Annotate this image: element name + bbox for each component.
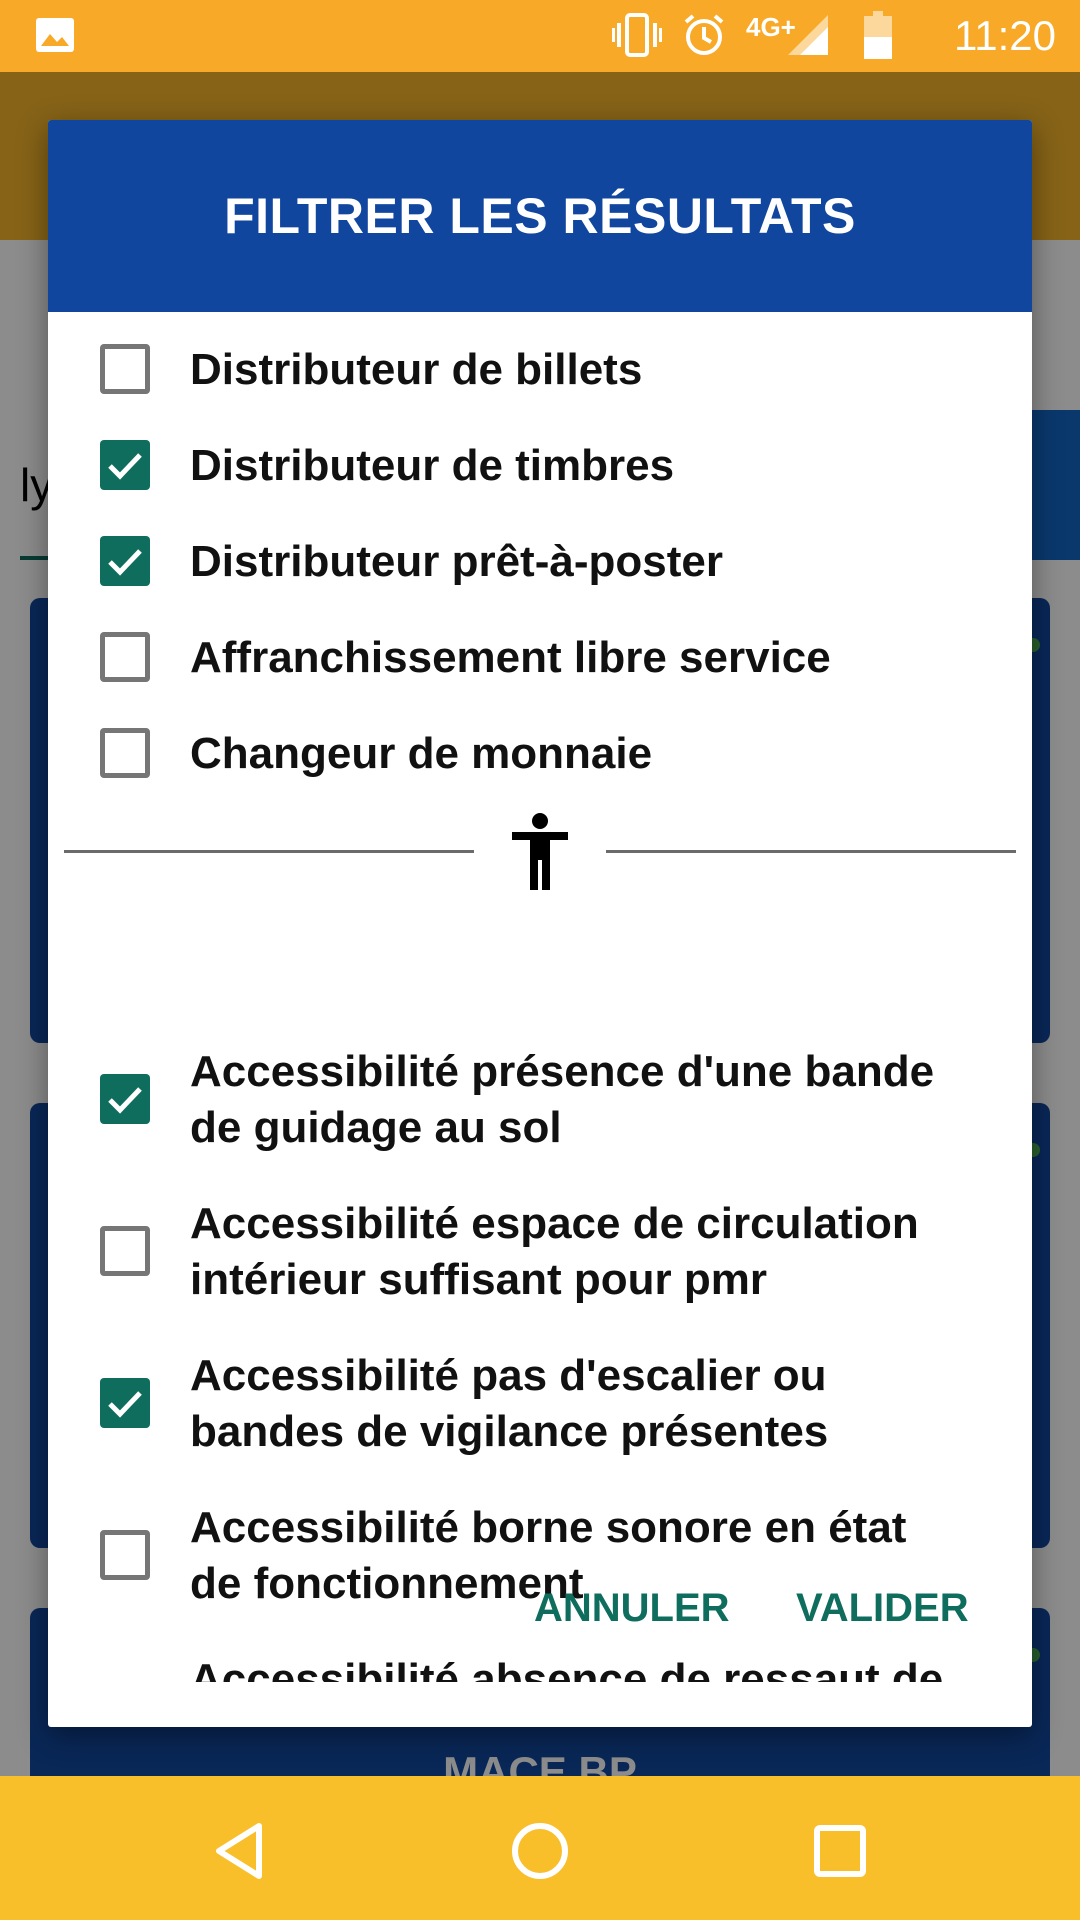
option-label: Distributeur de billets: [190, 345, 643, 394]
validate-button[interactable]: VALIDER: [796, 1586, 969, 1631]
checkmark-icon: [108, 453, 142, 480]
option-label: Changeur de monnaie: [190, 729, 653, 778]
filter-option-espace-circulation[interactable]: Accessibilité espace de circulation inté…: [48, 1184, 1032, 1314]
checkbox[interactable]: [100, 440, 150, 490]
checkbox[interactable]: [100, 1074, 150, 1124]
option-label-line-1: Accessibilité borne sonore en état: [190, 1503, 907, 1552]
alarm-icon: [682, 13, 726, 62]
vibrate-icon: [612, 12, 662, 62]
filter-option-pret-a-poster[interactable]: Distributeur prêt-à-poster: [48, 524, 1032, 604]
filter-option-affranchissement[interactable]: Affranchissement libre service: [48, 620, 1032, 700]
filter-list[interactable]: Distributeur de billets Distributeur de …: [48, 312, 1032, 1682]
dialog-actions: ANNULER VALIDER: [48, 1550, 1032, 1650]
cancel-button[interactable]: ANNULER: [534, 1586, 730, 1631]
option-label: Distributeur prêt-à-poster: [190, 537, 723, 586]
navigation-bar: [0, 1776, 1080, 1920]
filter-option-changeur[interactable]: Changeur de monnaie: [48, 716, 1032, 796]
filter-option-timbres[interactable]: Distributeur de timbres: [48, 428, 1032, 508]
checkbox[interactable]: [100, 1378, 150, 1428]
option-label-line-2: intérieur suffisant pour pmr: [190, 1255, 767, 1304]
dialog-content: Distributeur de billets Distributeur de …: [48, 312, 1032, 1682]
option-label: Accessibilité espace de circulation inté…: [190, 1196, 992, 1308]
network-type: 4G+: [746, 11, 796, 42]
option-label: Affranchissement libre service: [190, 633, 831, 682]
accessibility-divider: [64, 812, 1016, 892]
filter-option-bande-guidage[interactable]: Accessibilité présence d'une bande de gu…: [48, 1032, 1032, 1162]
filter-dialog: FILTRER LES RÉSULTATS Distributeur de bi…: [48, 120, 1032, 1727]
checkbox[interactable]: [100, 536, 150, 586]
dialog-header: FILTRER LES RÉSULTATS: [48, 120, 1032, 312]
status-bar: 4G+ 11:20: [0, 0, 1080, 72]
option-label-line-1: Accessibilité pas d'escalier ou: [190, 1351, 827, 1400]
divider-line: [64, 850, 474, 853]
recents-icon[interactable]: [805, 1816, 875, 1886]
checkmark-icon: [108, 1391, 142, 1418]
divider-line: [606, 850, 1016, 853]
back-icon[interactable]: [205, 1816, 275, 1886]
filter-option-escalier[interactable]: Accessibilité pas d'escalier ou bandes d…: [48, 1336, 1032, 1466]
option-label: Accessibilité pas d'escalier ou bandes d…: [190, 1348, 992, 1460]
option-label: Accessibilité présence d'une bande de gu…: [190, 1044, 992, 1156]
checkmark-icon: [108, 1087, 142, 1114]
option-label-line-1: Accessibilité absence de ressaut de: [190, 1655, 944, 1682]
clock: 11:20: [954, 12, 1056, 59]
option-label-line-1: Accessibilité espace de circulation: [190, 1199, 919, 1248]
option-label-line-1: Accessibilité présence d'une bande: [190, 1047, 935, 1096]
battery-icon: [863, 10, 892, 64]
checkbox[interactable]: [100, 1226, 150, 1276]
option-label-line-2: de guidage au sol: [190, 1103, 562, 1152]
dialog-title: FILTRER LES RÉSULTATS: [224, 188, 856, 244]
option-label: Accessibilité absence de ressaut de: [190, 1652, 992, 1682]
checkbox[interactable]: [100, 632, 150, 682]
option-label-line-2: bandes de vigilance présentes: [190, 1407, 829, 1456]
checkbox[interactable]: [100, 344, 150, 394]
accessibility-icon: [510, 812, 570, 897]
option-label: Distributeur de timbres: [190, 441, 675, 490]
checkbox[interactable]: [100, 728, 150, 778]
checkmark-icon: [108, 549, 142, 576]
image-icon: [36, 18, 74, 52]
home-icon[interactable]: [505, 1816, 575, 1886]
filter-option-billets[interactable]: Distributeur de billets: [48, 332, 1032, 412]
